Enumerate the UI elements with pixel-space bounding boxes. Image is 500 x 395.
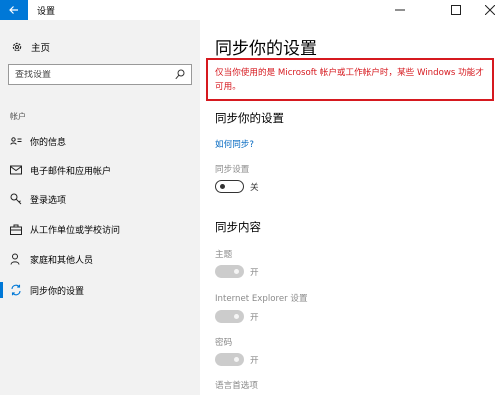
sidebar-item-label: 电子邮件和应用帐户 [30, 166, 112, 177]
sidebar-item-label: 同步你的设置 [30, 286, 85, 297]
minimize-button[interactable] [380, 0, 420, 20]
briefcase-icon [10, 224, 22, 235]
sidebar-item-sign-in-options[interactable]: 登录选项 [0, 189, 200, 209]
theme-state: 开 [250, 268, 259, 278]
sidebar-item-label: 登录选项 [30, 195, 67, 206]
toggle-knob [220, 183, 225, 189]
passwords-state: 开 [250, 356, 259, 366]
sidebar-item-your-info[interactable]: 你的信息 [0, 131, 200, 151]
language-prefs-label: 语言首选项 [215, 381, 258, 391]
section-title-sync-content: 同步内容 [215, 220, 261, 234]
ie-settings-label: Internet Explorer 设置 [215, 294, 308, 304]
person-icon [10, 253, 20, 265]
how-to-sync-link[interactable]: 如何同步? [215, 138, 254, 150]
sidebar-item-email-accounts[interactable]: 电子邮件和应用帐户 [0, 160, 200, 180]
sidebar-item-label: 家庭和其他人员 [30, 255, 94, 266]
theme-label: 主题 [215, 250, 233, 260]
sidebar-item-sync[interactable]: 同步你的设置 [0, 280, 200, 300]
main-content: 同步你的设置 仅当你使用的是 Microsoft 帐户或工作帐户时，某些 Win… [200, 20, 500, 395]
maximize-icon [451, 5, 461, 15]
sidebar-item-family[interactable]: 家庭和其他人员 [0, 249, 200, 269]
passwords-toggle[interactable] [215, 353, 244, 366]
sync-icon [11, 284, 21, 296]
section-title-sync-settings: 同步你的设置 [215, 111, 284, 125]
ie-settings-toggle[interactable] [215, 310, 244, 323]
warning-notice: 仅当你使用的是 Microsoft 帐户或工作帐户时，某些 Windows 功能… [206, 58, 494, 101]
toggle-knob [234, 357, 239, 362]
sync-settings-state: 关 [250, 183, 259, 193]
key-icon [10, 193, 22, 205]
mail-icon [10, 165, 22, 175]
close-icon [485, 5, 495, 15]
search-icon[interactable] [175, 69, 185, 80]
back-arrow-icon [9, 6, 18, 14]
ie-settings-state: 开 [250, 313, 259, 323]
group-label: 帐户 [10, 112, 26, 121]
sidebar-item-label: 从工作单位或学校访问 [30, 225, 121, 236]
sync-settings-label: 同步设置 [215, 165, 250, 175]
search-box[interactable] [8, 64, 192, 85]
page-title: 同步你的设置 [215, 39, 317, 59]
title-bar: 设置 [0, 0, 500, 20]
back-button[interactable] [0, 0, 28, 20]
sidebar-item-work-school[interactable]: 从工作单位或学校访问 [0, 219, 200, 239]
contact-card-icon [10, 137, 22, 145]
window-title: 设置 [37, 7, 56, 17]
close-button[interactable] [470, 0, 500, 20]
passwords-label: 密码 [215, 338, 233, 348]
theme-toggle[interactable] [215, 265, 244, 278]
sidebar-item-label: 你的信息 [30, 137, 67, 148]
toggle-knob [234, 314, 239, 319]
minimize-icon [395, 9, 405, 11]
toggle-knob [234, 269, 239, 274]
gear-icon [12, 42, 22, 52]
sidebar: 主页 帐户 你的信息 电子邮件和应用帐户 登录选项 [0, 20, 200, 395]
sync-settings-toggle[interactable] [215, 180, 244, 193]
search-input[interactable] [9, 69, 169, 80]
sidebar-home[interactable]: 主页 [11, 40, 50, 54]
home-label: 主页 [31, 43, 51, 54]
